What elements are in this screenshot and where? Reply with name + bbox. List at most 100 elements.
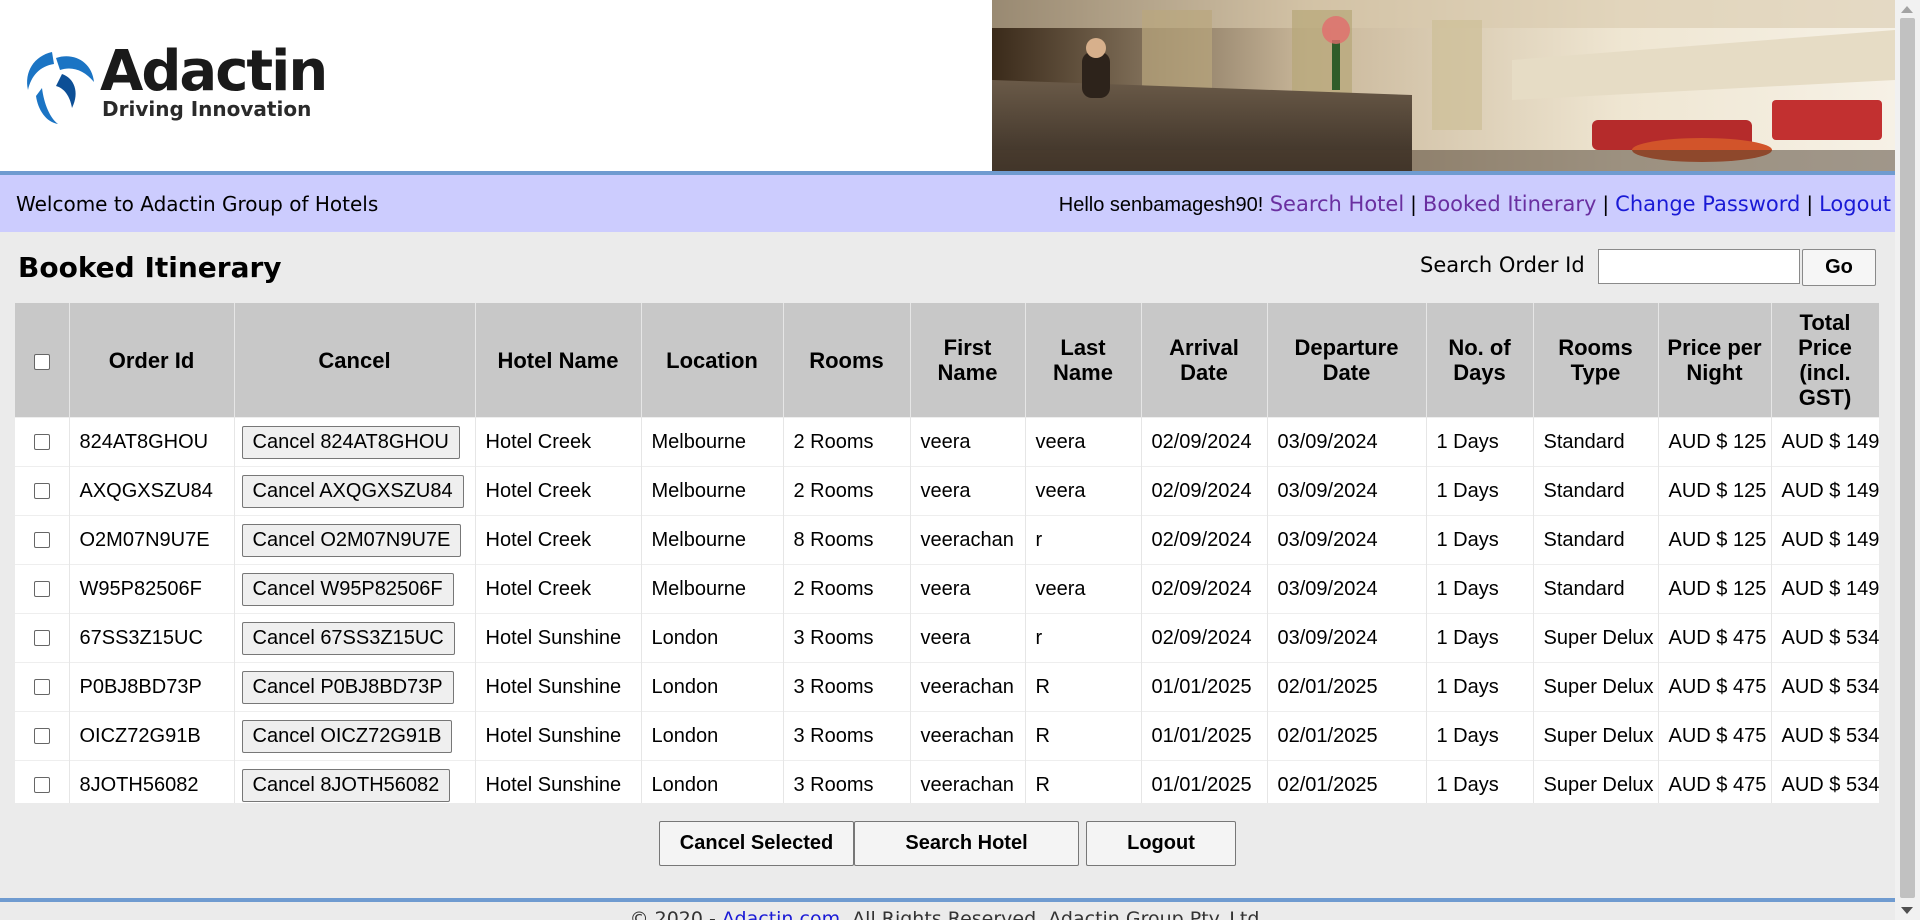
nav-change-password-link[interactable]: Change Password bbox=[1615, 192, 1800, 216]
user-nav: Hello senbamagesh90! Search Hotel | Booked… bbox=[1059, 192, 1891, 217]
arrival-date-cell: 01/01/2025 bbox=[1141, 711, 1268, 761]
row-select-cell bbox=[15, 711, 70, 761]
rooms-type-cell: Standard bbox=[1533, 466, 1659, 516]
go-button[interactable]: Go bbox=[1802, 249, 1876, 286]
cancel-order-button[interactable]: Cancel O2M07N9U7E bbox=[241, 523, 462, 557]
cancel-cell: Cancel AXQGXSZU84 bbox=[234, 466, 476, 516]
page-scrollbar[interactable] bbox=[1895, 0, 1920, 920]
select-all-checkbox[interactable] bbox=[33, 353, 50, 370]
column-header: Hotel Name bbox=[475, 303, 642, 418]
table-row: 8JOTH56082 Cancel 8JOTH56082 Hotel Sunsh… bbox=[15, 760, 1879, 803]
column-header: Arrival Date bbox=[1141, 303, 1268, 418]
itinerary-table-container: Order Id Cancel Hotel Name Location Room… bbox=[15, 303, 1879, 803]
row-checkbox[interactable] bbox=[33, 434, 50, 451]
order-id-cell: OICZ72G91B bbox=[69, 711, 235, 761]
rooms-type-cell: Super Delux bbox=[1533, 662, 1659, 712]
cancel-order-button[interactable]: Cancel 8JOTH56082 bbox=[241, 768, 451, 802]
cancel-order-button[interactable]: Cancel W95P82506F bbox=[241, 572, 454, 606]
departure-date-cell: 02/01/2025 bbox=[1267, 760, 1427, 803]
location-cell: London bbox=[641, 760, 784, 803]
first-name-cell: veera bbox=[910, 564, 1026, 614]
days-cell: 1 Days bbox=[1426, 466, 1534, 516]
nav-logout-link[interactable]: Logout bbox=[1819, 192, 1891, 216]
row-select-cell bbox=[15, 515, 70, 565]
last-name-cell: R bbox=[1025, 662, 1142, 712]
scroll-up-arrow-icon[interactable] bbox=[1901, 6, 1913, 13]
column-header: Last Name bbox=[1025, 303, 1142, 418]
rooms-type-cell: Standard bbox=[1533, 417, 1659, 467]
departure-date-cell: 03/09/2024 bbox=[1267, 466, 1427, 516]
hotel-lobby-banner bbox=[992, 0, 1895, 171]
cancel-cell: Cancel 67SS3Z15UC bbox=[234, 613, 476, 663]
arrival-date-cell: 02/09/2024 bbox=[1141, 613, 1268, 663]
hotel-name-cell: Hotel Creek bbox=[475, 417, 642, 467]
departure-date-cell: 02/01/2025 bbox=[1267, 662, 1427, 712]
location-cell: Melbourne bbox=[641, 466, 784, 516]
table-header-row: Order Id Cancel Hotel Name Location Room… bbox=[15, 303, 1879, 418]
table-row: O2M07N9U7E Cancel O2M07N9U7E Hotel Creek… bbox=[15, 515, 1879, 565]
arrival-date-cell: 02/09/2024 bbox=[1141, 564, 1268, 614]
arrival-date-cell: 01/01/2025 bbox=[1141, 662, 1268, 712]
cancel-selected-button[interactable]: Cancel Selected bbox=[659, 821, 854, 866]
search-order-id-input[interactable] bbox=[1598, 249, 1800, 284]
nav-search-hotel-link[interactable]: Search Hotel bbox=[1270, 192, 1404, 216]
row-checkbox[interactable] bbox=[33, 630, 50, 647]
cancel-cell: Cancel OICZ72G91B bbox=[234, 711, 476, 761]
cancel-order-button[interactable]: Cancel 824AT8GHOU bbox=[241, 425, 460, 459]
row-select-cell bbox=[15, 760, 70, 803]
location-cell: London bbox=[641, 711, 784, 761]
total-price-cell: AUD $ 149 bbox=[1771, 515, 1879, 565]
rooms-type-cell: Standard bbox=[1533, 515, 1659, 565]
arrival-date-cell: 01/01/2025 bbox=[1141, 760, 1268, 803]
hotel-name-cell: Hotel Sunshine bbox=[475, 662, 642, 712]
total-price-cell: AUD $ 534 bbox=[1771, 662, 1879, 712]
hotel-name-cell: Hotel Creek bbox=[475, 515, 642, 565]
days-cell: 1 Days bbox=[1426, 515, 1534, 565]
row-checkbox[interactable] bbox=[33, 728, 50, 745]
row-checkbox[interactable] bbox=[33, 777, 50, 794]
row-select-cell bbox=[15, 417, 70, 467]
first-name-cell: veerachan bbox=[910, 662, 1026, 712]
hotel-name-cell: Hotel Sunshine bbox=[475, 711, 642, 761]
cancel-order-button[interactable]: Cancel OICZ72G91B bbox=[241, 719, 453, 753]
search-hotel-button[interactable]: Search Hotel bbox=[854, 821, 1079, 866]
footer-adactin-link[interactable]: Adactin.com bbox=[722, 908, 840, 920]
row-checkbox[interactable] bbox=[33, 532, 50, 549]
scroll-down-arrow-icon[interactable] bbox=[1901, 907, 1913, 914]
logout-button[interactable]: Logout bbox=[1086, 821, 1236, 866]
cancel-cell: Cancel 824AT8GHOU bbox=[234, 417, 476, 467]
adactin-logo[interactable]: Adactin Driving Innovation bbox=[22, 42, 342, 124]
cancel-cell: Cancel 8JOTH56082 bbox=[234, 760, 476, 803]
scrollbar-thumb[interactable] bbox=[1900, 18, 1915, 898]
column-header: Order Id bbox=[69, 303, 235, 418]
footer-divider bbox=[0, 898, 1895, 902]
first-name-cell: veera bbox=[910, 613, 1026, 663]
row-checkbox[interactable] bbox=[33, 581, 50, 598]
days-cell: 1 Days bbox=[1426, 662, 1534, 712]
nav-booked-itinerary-link[interactable]: Booked Itinerary bbox=[1423, 192, 1597, 216]
arrival-date-cell: 02/09/2024 bbox=[1141, 515, 1268, 565]
last-name-cell: r bbox=[1025, 515, 1142, 565]
cancel-order-button[interactable]: Cancel 67SS3Z15UC bbox=[241, 621, 455, 655]
row-checkbox[interactable] bbox=[33, 679, 50, 696]
hotel-name-cell: Hotel Sunshine bbox=[475, 613, 642, 663]
last-name-cell: R bbox=[1025, 711, 1142, 761]
footer-suffix: . All Rights Reserved. Adactin Group Pty… bbox=[840, 908, 1266, 920]
rooms-cell: 2 Rooms bbox=[783, 564, 911, 614]
rooms-cell: 2 Rooms bbox=[783, 417, 911, 467]
cancel-order-button[interactable]: Cancel P0BJ8BD73P bbox=[241, 670, 454, 704]
search-order-id-label: Search Order Id bbox=[1420, 253, 1585, 277]
arrival-date-cell: 02/09/2024 bbox=[1141, 417, 1268, 467]
location-cell: Melbourne bbox=[641, 515, 784, 565]
days-cell: 1 Days bbox=[1426, 760, 1534, 803]
table-row: OICZ72G91B Cancel OICZ72G91B Hotel Sunsh… bbox=[15, 711, 1879, 761]
column-header: Cancel bbox=[234, 303, 476, 418]
column-header: Location bbox=[641, 303, 784, 418]
table-row: P0BJ8BD73P Cancel P0BJ8BD73P Hotel Sunsh… bbox=[15, 662, 1879, 712]
row-checkbox[interactable] bbox=[33, 483, 50, 500]
rooms-cell: 8 Rooms bbox=[783, 515, 911, 565]
column-header: Rooms bbox=[783, 303, 911, 418]
days-cell: 1 Days bbox=[1426, 417, 1534, 467]
welcome-text: Welcome to Adactin Group of Hotels bbox=[16, 192, 379, 216]
cancel-order-button[interactable]: Cancel AXQGXSZU84 bbox=[241, 474, 464, 508]
